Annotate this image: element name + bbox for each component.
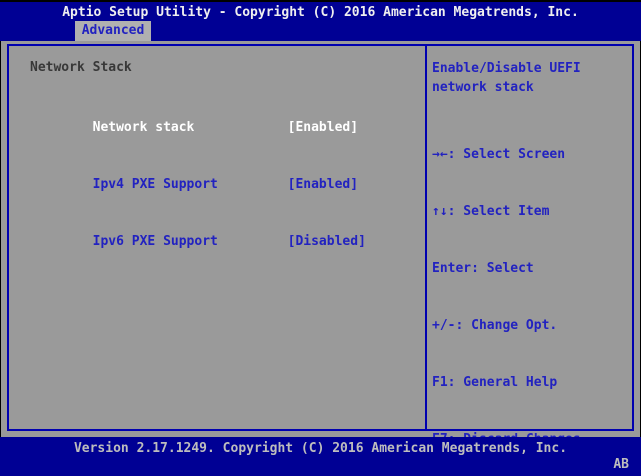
- help-description: Enable/Disable UEFI network stack: [427, 46, 632, 97]
- menu-item-value: [Disabled]: [288, 234, 366, 249]
- status-bar: Version 2.17.1249. Copyright (C) 2016 Am…: [0, 437, 641, 476]
- section-title: Network Stack: [30, 61, 425, 75]
- tab-advanced[interactable]: Advanced: [75, 21, 151, 41]
- menu-item-network-stack[interactable]: Network stack[Enabled]: [30, 99, 425, 156]
- app-title: Aptio Setup Utility - Copyright (C) 2016…: [0, 2, 641, 20]
- menu-item-label: Network stack: [93, 118, 288, 137]
- menu-item-ipv6-pxe-support[interactable]: Ipv6 PXE Support[Disabled]: [30, 213, 425, 270]
- key-hint-enter: Enter: Select: [432, 259, 630, 278]
- menu-item-label: Ipv6 PXE Support: [93, 232, 288, 251]
- key-hint-list: →←: Select Screen ↑↓: Select Item Enter:…: [427, 97, 632, 476]
- menu-item-value: [Enabled]: [288, 177, 358, 192]
- menu-item-value: [Enabled]: [288, 120, 358, 135]
- setup-panel: Network Stack Network stack[Enabled] Ipv…: [7, 44, 634, 431]
- menu-item-ipv4-pxe-support[interactable]: Ipv4 PXE Support[Enabled]: [30, 156, 425, 213]
- help-panel: Enable/Disable UEFI network stack →←: Se…: [427, 46, 632, 429]
- menu-item-label: Ipv4 PXE Support: [93, 175, 288, 194]
- options-pane: Network Stack Network stack[Enabled] Ipv…: [9, 46, 425, 429]
- bios-setup-screen: Aptio Setup Utility - Copyright (C) 2016…: [0, 0, 641, 476]
- version-text: Version 2.17.1249. Copyright (C) 2016 Am…: [0, 437, 641, 456]
- key-hint-f1: F1: General Help: [432, 373, 630, 392]
- key-hint-select-screen: →←: Select Screen: [432, 145, 630, 164]
- key-hint-select-item: ↑↓: Select Item: [432, 202, 630, 221]
- key-hint-change-opt: +/-: Change Opt.: [432, 316, 630, 335]
- corner-label: AB: [613, 458, 629, 472]
